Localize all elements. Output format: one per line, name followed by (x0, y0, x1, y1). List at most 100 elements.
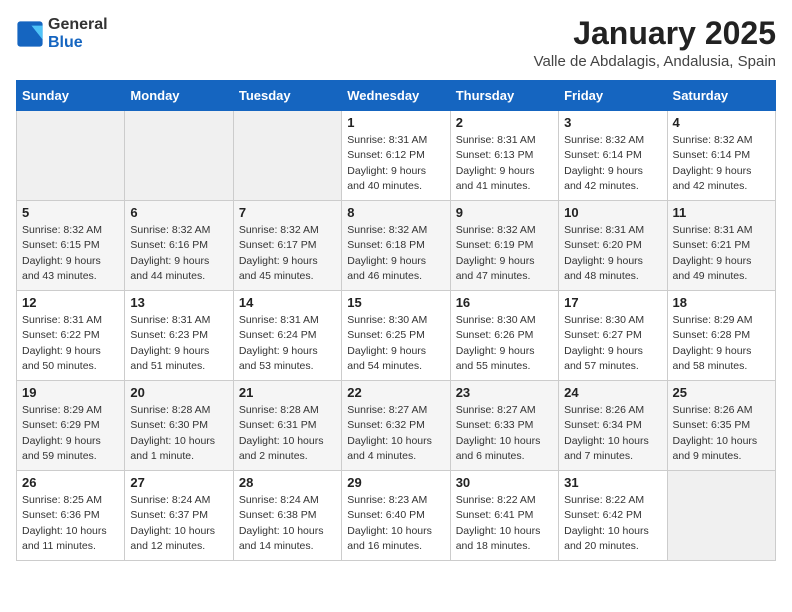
calendar-cell: 22 Sunrise: 8:27 AM Sunset: 6:32 PM Dayli… (342, 381, 450, 471)
calendar-cell: 18 Sunrise: 8:29 AM Sunset: 6:28 PM Dayli… (667, 291, 775, 381)
calendar-cell: 4 Sunrise: 8:32 AM Sunset: 6:14 PM Daylig… (667, 111, 775, 201)
day-info: Sunrise: 8:22 AM Sunset: 6:41 PM Dayligh… (456, 493, 553, 554)
calendar-cell: 6 Sunrise: 8:32 AM Sunset: 6:16 PM Daylig… (125, 201, 233, 291)
logo: General Blue (16, 16, 108, 51)
calendar-cell: 5 Sunrise: 8:32 AM Sunset: 6:15 PM Daylig… (17, 201, 125, 291)
weekday-header-wednesday: Wednesday (342, 81, 450, 111)
calendar-cell: 1 Sunrise: 8:31 AM Sunset: 6:12 PM Daylig… (342, 111, 450, 201)
day-number: 23 (456, 385, 553, 400)
week-row-1: 1 Sunrise: 8:31 AM Sunset: 6:12 PM Daylig… (17, 111, 776, 201)
calendar-cell: 21 Sunrise: 8:28 AM Sunset: 6:31 PM Dayli… (233, 381, 341, 471)
weekday-header-saturday: Saturday (667, 81, 775, 111)
calendar-cell: 20 Sunrise: 8:28 AM Sunset: 6:30 PM Dayli… (125, 381, 233, 471)
day-info: Sunrise: 8:32 AM Sunset: 6:19 PM Dayligh… (456, 223, 553, 284)
calendar-cell: 27Sunrise: 8:24 AM Sunset: 6:37 PM Dayli… (125, 471, 233, 561)
calendar-cell: 17 Sunrise: 8:30 AM Sunset: 6:27 PM Dayli… (559, 291, 667, 381)
calendar-cell: 25Sunrise: 8:26 AM Sunset: 6:35 PM Dayli… (667, 381, 775, 471)
day-number: 8 (347, 205, 444, 220)
day-number: 17 (564, 295, 661, 310)
calendar-cell: 24 Sunrise: 8:26 AM Sunset: 6:34 PM Dayli… (559, 381, 667, 471)
day-info: Sunrise: 8:30 AM Sunset: 6:25 PM Dayligh… (347, 313, 444, 374)
weekday-header-row: SundayMondayTuesdayWednesdayThursdayFrid… (17, 81, 776, 111)
day-number: 29 (347, 475, 444, 490)
day-info: Sunrise: 8:32 AM Sunset: 6:15 PM Dayligh… (22, 223, 119, 284)
calendar-cell: 23 Sunrise: 8:27 AM Sunset: 6:33 PM Dayli… (450, 381, 558, 471)
day-info: Sunrise: 8:31 AM Sunset: 6:21 PM Dayligh… (673, 223, 770, 284)
day-number: 9 (456, 205, 553, 220)
day-info: Sunrise: 8:31 AM Sunset: 6:20 PM Dayligh… (564, 223, 661, 284)
day-number: 1 (347, 115, 444, 130)
day-info: Sunrise: 8:27 AM Sunset: 6:32 PM Dayligh… (347, 403, 444, 464)
day-info: Sunrise: 8:31 AM Sunset: 6:24 PM Dayligh… (239, 313, 336, 374)
day-info: Sunrise: 8:31 AM Sunset: 6:12 PM Dayligh… (347, 133, 444, 194)
day-number: 7 (239, 205, 336, 220)
day-info: Sunrise: 8:25 AM Sunset: 6:36 PM Dayligh… (22, 493, 119, 554)
day-number: 13 (130, 295, 227, 310)
day-info: Sunrise: 8:32 AM Sunset: 6:14 PM Dayligh… (673, 133, 770, 194)
weekday-header-friday: Friday (559, 81, 667, 111)
calendar-cell: 2Sunrise: 8:31 AM Sunset: 6:13 PM Daylig… (450, 111, 558, 201)
day-info: Sunrise: 8:31 AM Sunset: 6:23 PM Dayligh… (130, 313, 227, 374)
calendar-cell: 12 Sunrise: 8:31 AM Sunset: 6:22 PM Dayli… (17, 291, 125, 381)
calendar-cell (125, 111, 233, 201)
calendar-cell: 15 Sunrise: 8:30 AM Sunset: 6:25 PM Dayli… (342, 291, 450, 381)
day-info: Sunrise: 8:26 AM Sunset: 6:35 PM Dayligh… (673, 403, 770, 464)
day-number: 27 (130, 475, 227, 490)
calendar-cell: 9 Sunrise: 8:32 AM Sunset: 6:19 PM Daylig… (450, 201, 558, 291)
day-info: Sunrise: 8:29 AM Sunset: 6:28 PM Dayligh… (673, 313, 770, 374)
day-number: 22 (347, 385, 444, 400)
day-number: 21 (239, 385, 336, 400)
page-header: General Blue January 2025 Valle de Abdal… (16, 16, 776, 70)
calendar-table: SundayMondayTuesdayWednesdayThursdayFrid… (16, 80, 776, 561)
day-info: Sunrise: 8:32 AM Sunset: 6:16 PM Dayligh… (130, 223, 227, 284)
title-area: January 2025 Valle de Abdalagis, Andalus… (534, 16, 776, 70)
logo-general: General (48, 16, 108, 34)
day-number: 16 (456, 295, 553, 310)
day-info: Sunrise: 8:27 AM Sunset: 6:33 PM Dayligh… (456, 403, 553, 464)
logo-icon (16, 20, 44, 48)
day-info: Sunrise: 8:28 AM Sunset: 6:31 PM Dayligh… (239, 403, 336, 464)
calendar-cell: 3Sunrise: 8:32 AM Sunset: 6:14 PM Daylig… (559, 111, 667, 201)
day-number: 31 (564, 475, 661, 490)
day-number: 15 (347, 295, 444, 310)
day-info: Sunrise: 8:22 AM Sunset: 6:42 PM Dayligh… (564, 493, 661, 554)
day-number: 12 (22, 295, 119, 310)
weekday-header-tuesday: Tuesday (233, 81, 341, 111)
day-number: 19 (22, 385, 119, 400)
logo-blue: Blue (48, 34, 108, 52)
weekday-header-sunday: Sunday (17, 81, 125, 111)
calendar-cell: 30 Sunrise: 8:22 AM Sunset: 6:41 PM Dayli… (450, 471, 558, 561)
day-number: 20 (130, 385, 227, 400)
calendar-cell: 14 Sunrise: 8:31 AM Sunset: 6:24 PM Dayli… (233, 291, 341, 381)
calendar-cell: 31 Sunrise: 8:22 AM Sunset: 6:42 PM Dayli… (559, 471, 667, 561)
day-number: 24 (564, 385, 661, 400)
calendar-cell: 13 Sunrise: 8:31 AM Sunset: 6:23 PM Dayli… (125, 291, 233, 381)
calendar-cell: 28Sunrise: 8:24 AM Sunset: 6:38 PM Dayli… (233, 471, 341, 561)
day-number: 6 (130, 205, 227, 220)
weekday-header-monday: Monday (125, 81, 233, 111)
day-info: Sunrise: 8:32 AM Sunset: 6:14 PM Dayligh… (564, 133, 661, 194)
calendar-cell: 7 Sunrise: 8:32 AM Sunset: 6:17 PM Daylig… (233, 201, 341, 291)
calendar-cell (233, 111, 341, 201)
day-info: Sunrise: 8:28 AM Sunset: 6:30 PM Dayligh… (130, 403, 227, 464)
day-number: 11 (673, 205, 770, 220)
day-info: Sunrise: 8:30 AM Sunset: 6:27 PM Dayligh… (564, 313, 661, 374)
day-number: 14 (239, 295, 336, 310)
day-info: Sunrise: 8:31 AM Sunset: 6:22 PM Dayligh… (22, 313, 119, 374)
day-info: Sunrise: 8:30 AM Sunset: 6:26 PM Dayligh… (456, 313, 553, 374)
calendar-cell: 16 Sunrise: 8:30 AM Sunset: 6:26 PM Dayli… (450, 291, 558, 381)
week-row-4: 19Sunrise: 8:29 AM Sunset: 6:29 PM Dayli… (17, 381, 776, 471)
week-row-5: 26Sunrise: 8:25 AM Sunset: 6:36 PM Dayli… (17, 471, 776, 561)
day-info: Sunrise: 8:26 AM Sunset: 6:34 PM Dayligh… (564, 403, 661, 464)
day-number: 30 (456, 475, 553, 490)
calendar-title: January 2025 (534, 16, 776, 51)
day-number: 5 (22, 205, 119, 220)
calendar-cell: 10Sunrise: 8:31 AM Sunset: 6:20 PM Dayli… (559, 201, 667, 291)
day-info: Sunrise: 8:32 AM Sunset: 6:17 PM Dayligh… (239, 223, 336, 284)
weekday-header-thursday: Thursday (450, 81, 558, 111)
calendar-cell (17, 111, 125, 201)
day-info: Sunrise: 8:32 AM Sunset: 6:18 PM Dayligh… (347, 223, 444, 284)
calendar-cell (667, 471, 775, 561)
day-number: 18 (673, 295, 770, 310)
day-number: 4 (673, 115, 770, 130)
